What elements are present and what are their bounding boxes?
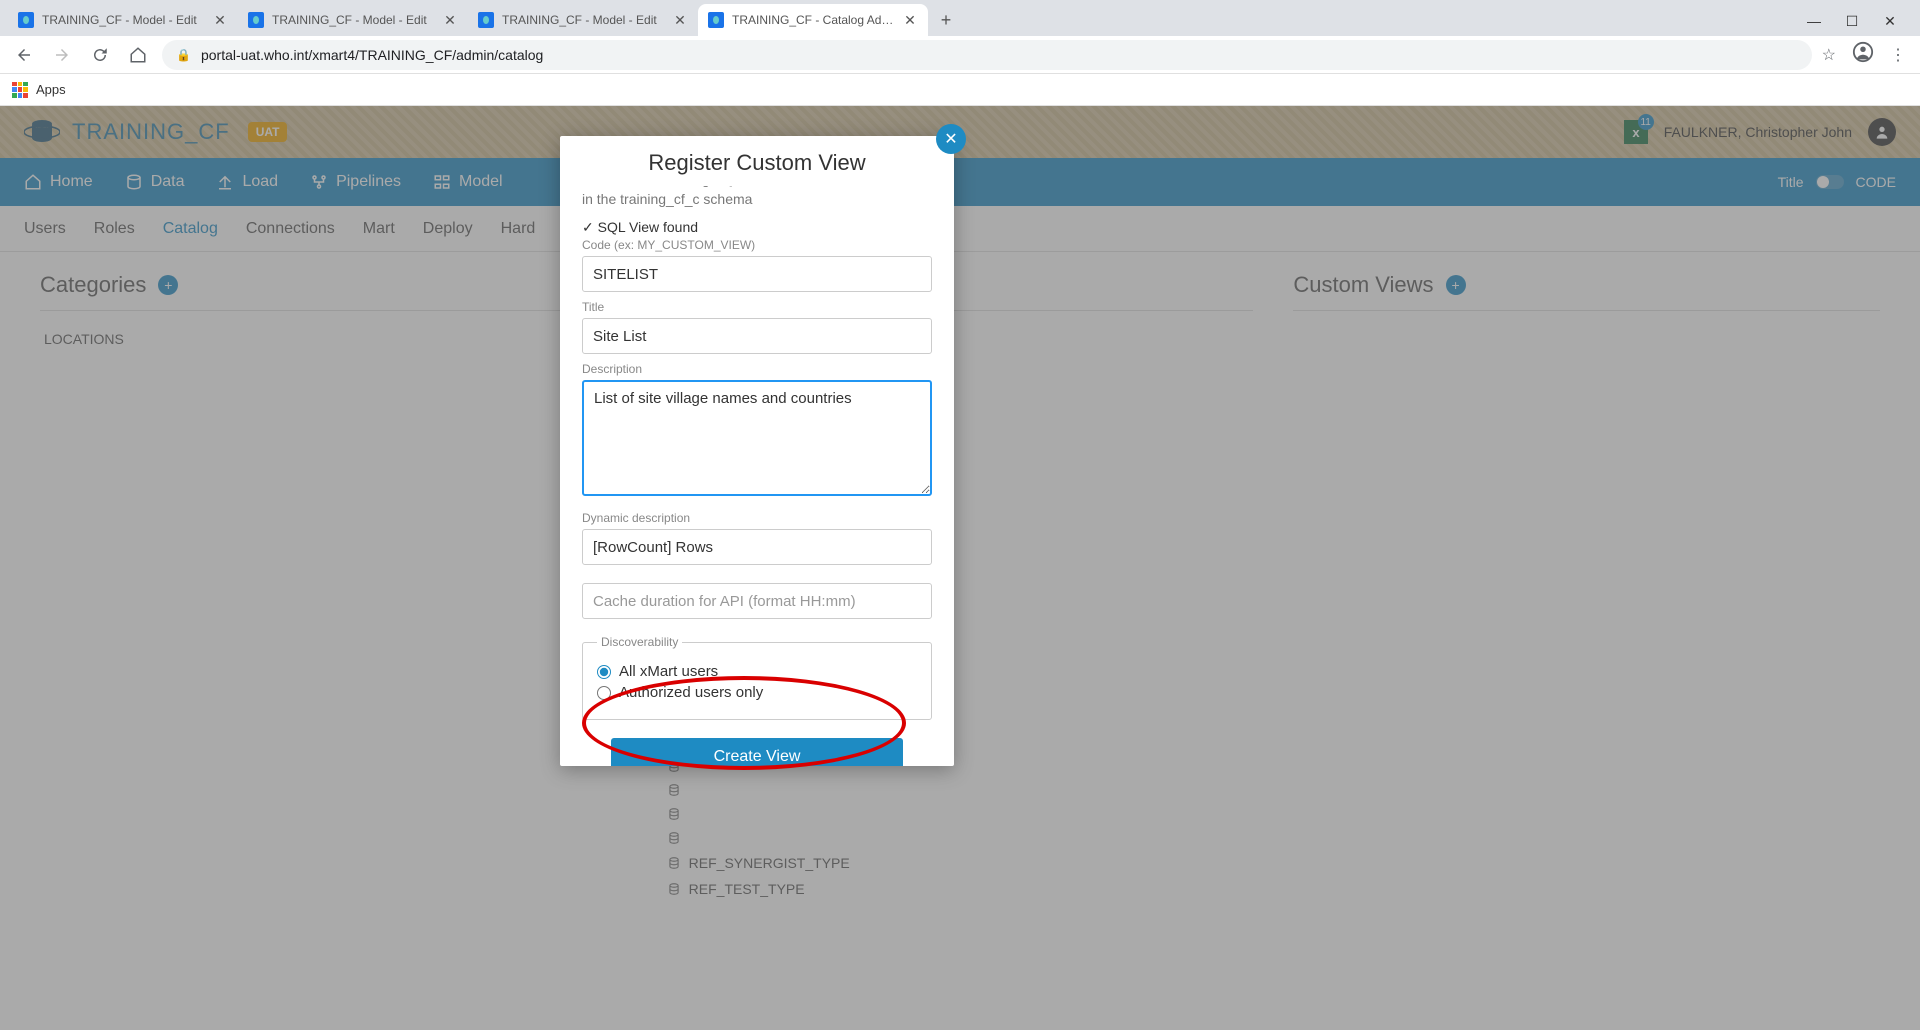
close-icon[interactable]: ✕ (212, 12, 228, 28)
address-bar: 🔒 portal-uat.who.int/xmart4/TRAINING_CF/… (0, 36, 1920, 74)
code-label: Code (ex: MY_CUSTOM_VIEW) (582, 238, 932, 252)
description-label: Description (582, 362, 932, 376)
cache-duration-input[interactable] (582, 583, 932, 619)
close-icon[interactable]: ✕ (442, 12, 458, 28)
profile-icon[interactable] (1852, 41, 1874, 68)
modal-close-button[interactable]: ✕ (936, 124, 966, 154)
modal-title: Register Custom View (560, 136, 954, 186)
radio-all-input[interactable] (597, 665, 611, 679)
menu-icon[interactable]: ⋮ (1890, 45, 1906, 65)
create-view-button[interactable]: Create View (611, 738, 903, 766)
home-button[interactable] (124, 41, 152, 69)
favicon-icon (248, 12, 264, 28)
title-label: Title (582, 300, 932, 314)
browser-tab-3[interactable]: TRAINING_CF - Model - Edit ✕ (468, 4, 698, 36)
browser-tab-4[interactable]: TRAINING_CF - Catalog Administ ✕ (698, 4, 928, 36)
lock-icon: 🔒 (176, 48, 191, 62)
reload-button[interactable] (86, 41, 114, 69)
browser-tab-1[interactable]: TRAINING_CF - Model - Edit ✕ (8, 4, 238, 36)
browser-tab-strip: TRAINING_CF - Model - Edit ✕ TRAINING_CF… (0, 0, 1920, 36)
code-input[interactable] (582, 256, 932, 292)
radio-auth-input[interactable] (597, 686, 611, 700)
modal-hint-text: Name of the existing SQL view in DB. Mus… (582, 186, 932, 209)
sql-view-found-status: ✓ SQL View found (582, 219, 932, 236)
radio-label: Authorized users only (619, 684, 763, 701)
radio-authorized-users[interactable]: Authorized users only (597, 684, 917, 701)
radio-all-users[interactable]: All xMart users (597, 663, 917, 680)
bookmark-bar: Apps (0, 74, 1920, 106)
url-text: portal-uat.who.int/xmart4/TRAINING_CF/ad… (201, 47, 543, 63)
tab-title: TRAINING_CF - Model - Edit (502, 13, 666, 27)
apps-icon[interactable] (12, 82, 28, 98)
back-button[interactable] (10, 41, 38, 69)
favicon-icon (708, 12, 724, 28)
modal-backdrop[interactable] (0, 106, 1920, 1030)
favicon-icon (18, 12, 34, 28)
tab-title: TRAINING_CF - Catalog Administ (732, 13, 896, 27)
new-tab-button[interactable]: + (932, 6, 960, 34)
apps-label[interactable]: Apps (36, 82, 66, 97)
tab-title: TRAINING_CF - Model - Edit (42, 13, 206, 27)
minimize-button[interactable]: — (1804, 13, 1824, 30)
register-custom-view-modal: ✕ Register Custom View Name of the exist… (560, 136, 954, 766)
dynamic-description-label: Dynamic description (582, 511, 932, 525)
favicon-icon (478, 12, 494, 28)
browser-tab-2[interactable]: TRAINING_CF - Model - Edit ✕ (238, 4, 468, 36)
close-icon[interactable]: ✕ (902, 12, 918, 28)
modal-body[interactable]: Name of the existing SQL view in DB. Mus… (560, 186, 954, 766)
description-textarea[interactable] (582, 380, 932, 496)
dynamic-description-input[interactable] (582, 529, 932, 565)
close-icon[interactable]: ✕ (672, 12, 688, 28)
radio-label: All xMart users (619, 663, 718, 680)
title-input[interactable] (582, 318, 932, 354)
window-controls: — ☐ ✕ (1804, 13, 1920, 36)
forward-button[interactable] (48, 41, 76, 69)
discoverability-legend: Discoverability (597, 635, 682, 649)
url-field[interactable]: 🔒 portal-uat.who.int/xmart4/TRAINING_CF/… (162, 40, 1812, 70)
maximize-button[interactable]: ☐ (1842, 13, 1862, 30)
bookmark-star-icon[interactable]: ☆ (1822, 45, 1836, 65)
tab-title: TRAINING_CF - Model - Edit (272, 13, 436, 27)
close-window-button[interactable]: ✕ (1880, 13, 1900, 30)
discoverability-fieldset: Discoverability All xMart users Authoriz… (582, 635, 932, 720)
